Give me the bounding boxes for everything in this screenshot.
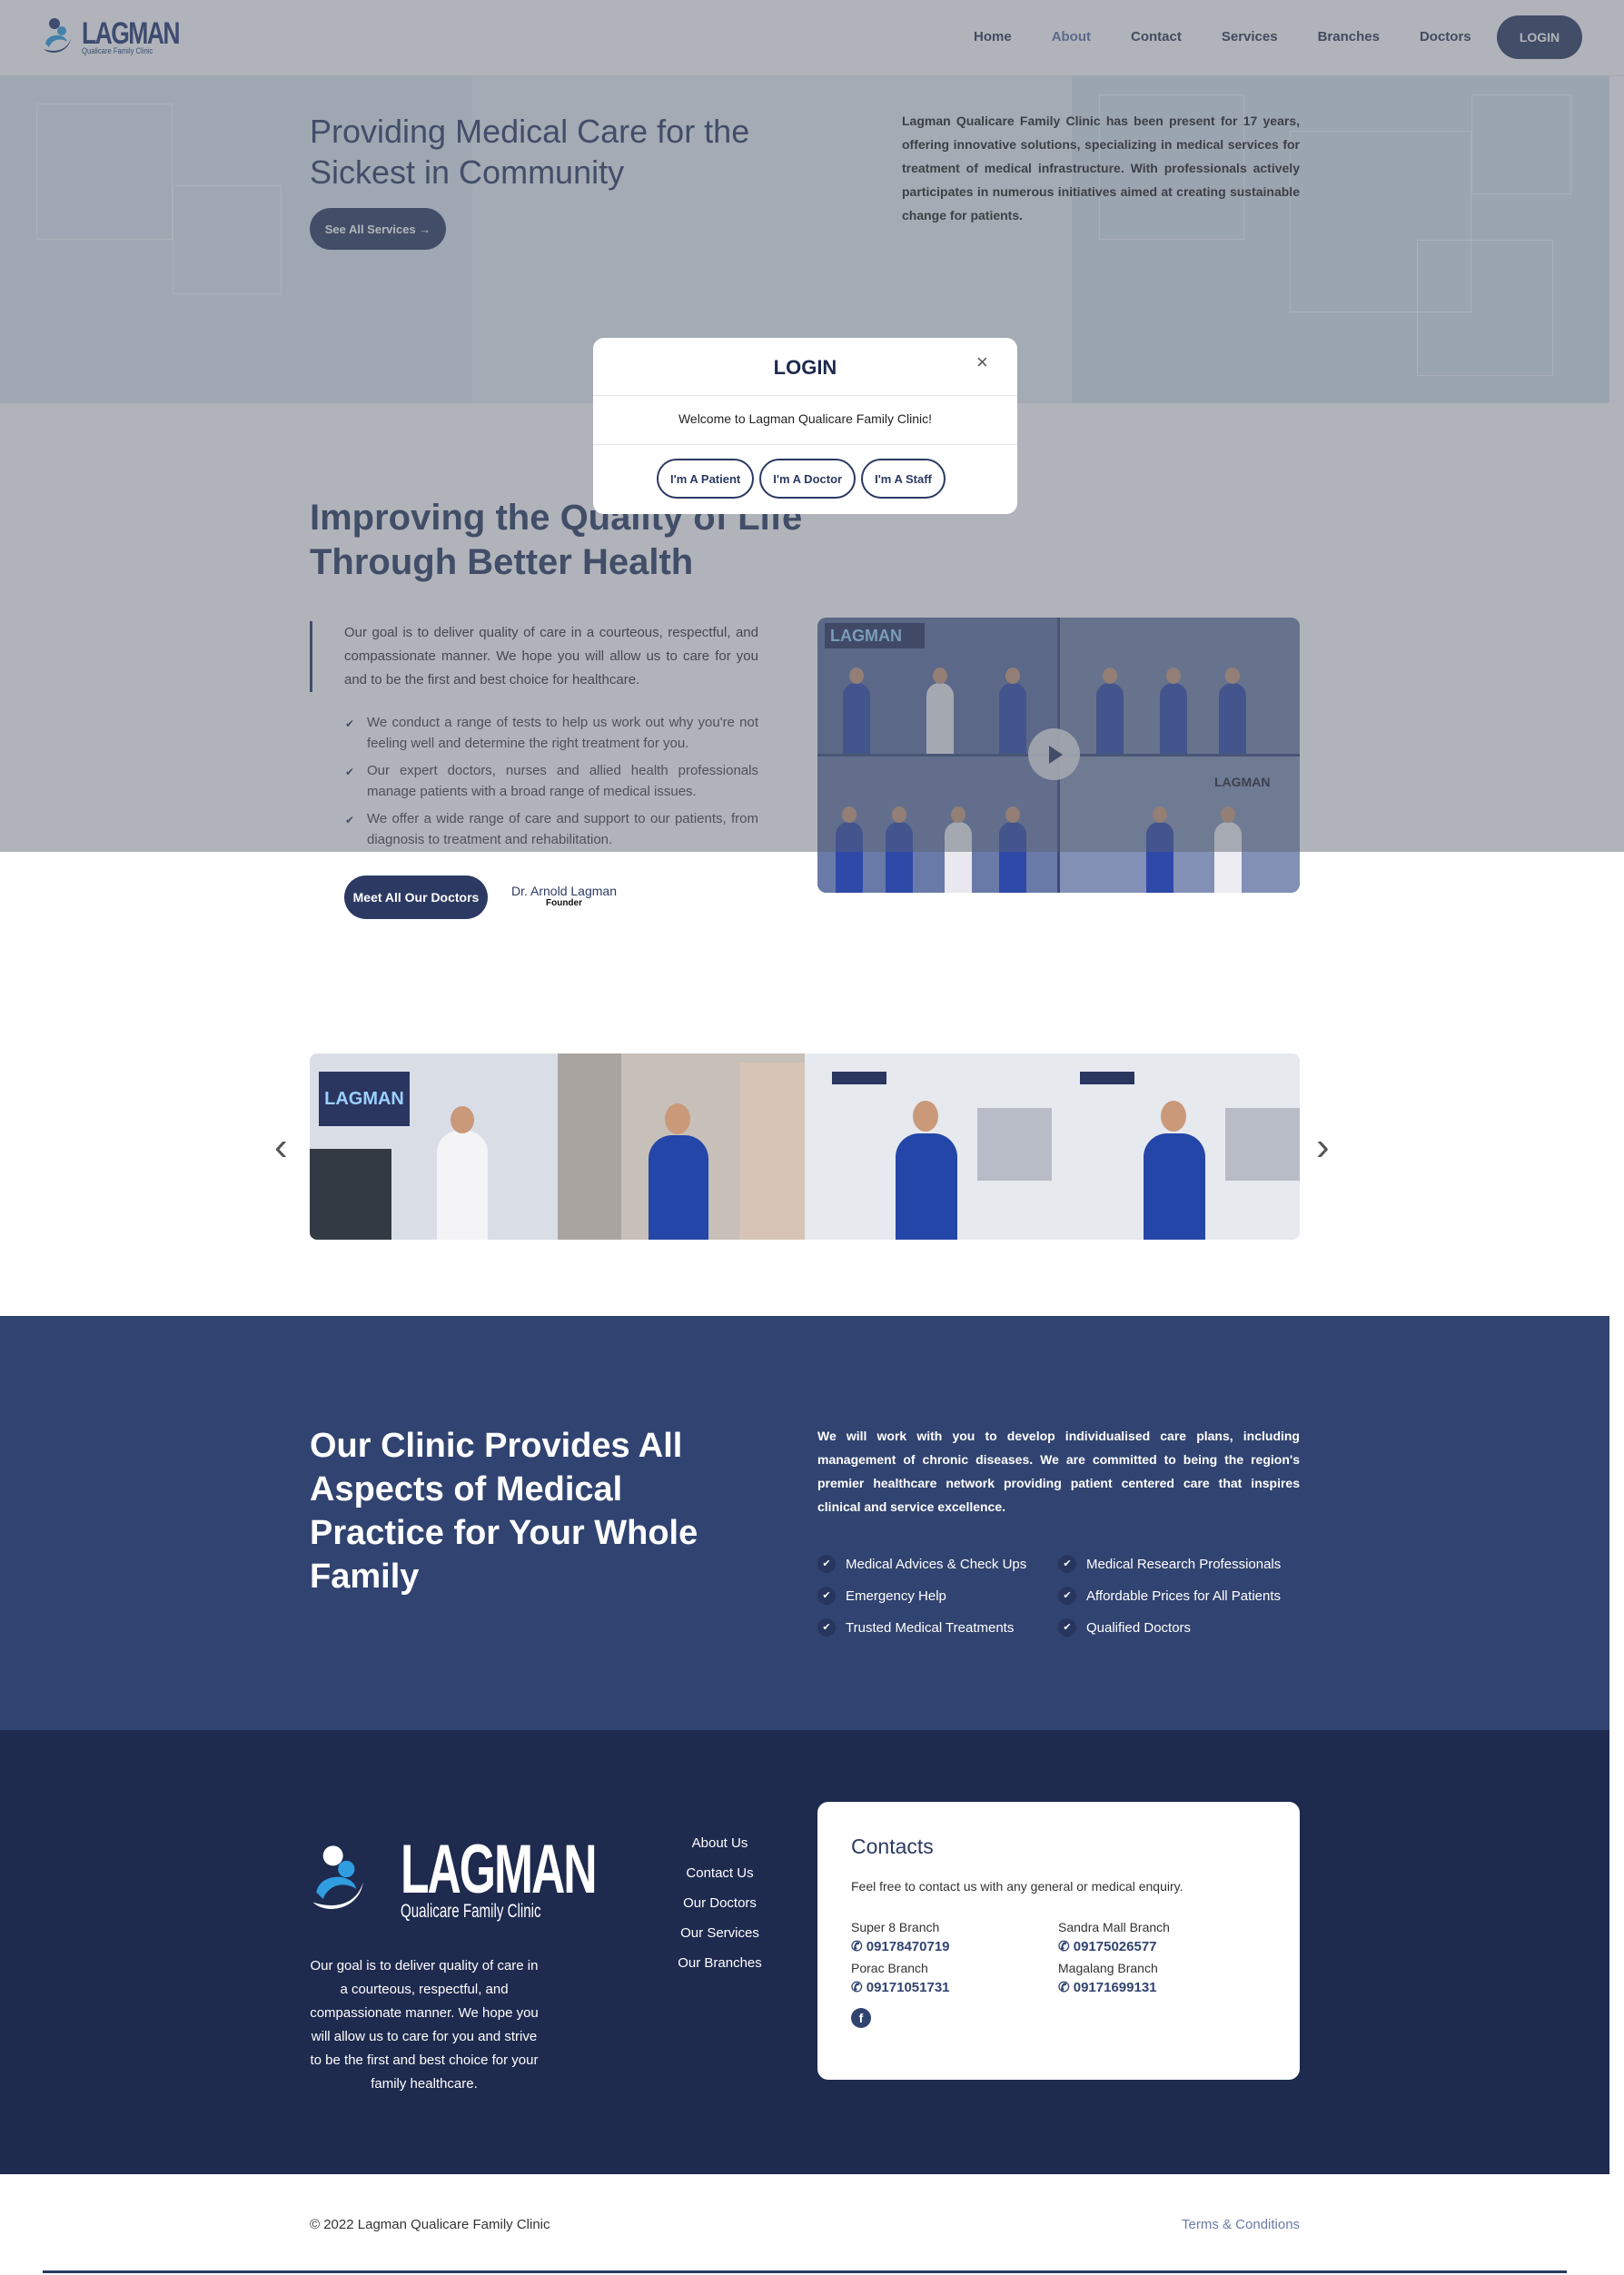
founder-signature: Dr. Arnold Lagman Founder: [504, 884, 624, 908]
reception-desk: [310, 1149, 391, 1240]
person-head: [451, 1106, 474, 1133]
footer-link-doctors[interactable]: Our Doctors: [636, 1895, 804, 1912]
feature-label: Qualified Doctors: [1086, 1620, 1192, 1636]
modal-divider: [593, 444, 1017, 445]
footer-links: About Us Contact Us Our Doctors Our Serv…: [636, 1835, 804, 1985]
carousel-slide[interactable]: [805, 1053, 1053, 1240]
check-icon: ✔: [1058, 1555, 1076, 1573]
branch-name: Sandra Mall Branch: [1058, 1920, 1170, 1934]
staff-figure: [648, 1135, 708, 1240]
check-icon: ✔: [817, 1618, 836, 1637]
practice-section: [0, 1316, 1609, 1730]
practice-description: We will work with you to develop individ…: [817, 1429, 1300, 1514]
signature-role: Founder: [546, 898, 582, 908]
modal-title: LOGIN: [773, 356, 837, 379]
doctor-figure: [437, 1131, 488, 1240]
branch-item: Porac Branch ✆ 09171051731: [851, 1959, 1058, 1997]
lab-sign: [832, 1072, 886, 1084]
pharmacy-shelf: [738, 1063, 805, 1240]
footer-logo[interactable]: LAGMAN Qualicare Family Clinic: [310, 1831, 688, 1923]
patient-login-button[interactable]: I'm A Patient: [657, 459, 755, 499]
branch-phone[interactable]: ✆ 09175026577: [1058, 1937, 1265, 1956]
lab-equipment: [1224, 1108, 1300, 1181]
person-head: [1160, 1101, 1186, 1132]
family-logo-icon: [310, 1840, 370, 1923]
branch-phone[interactable]: ✆ 09171699131: [1058, 1978, 1265, 1997]
close-icon[interactable]: ×: [976, 351, 988, 374]
contacts-card: Contacts Feel free to contact us with an…: [817, 1802, 1300, 2080]
lab-sign: [1079, 1072, 1134, 1084]
feature-item: ✔ Medical Research Professionals: [1058, 1555, 1282, 1573]
branch-list: Super 8 Branch ✆ 09178470719 Sandra Mall…: [851, 1918, 1266, 1997]
phone-icon: ✆: [851, 1980, 866, 1995]
feature-label: Affordable Prices for All Patients: [1086, 1588, 1281, 1604]
carousel-slide[interactable]: [1052, 1053, 1300, 1240]
feature-label: Medical Advices & Check Ups: [846, 1557, 1027, 1572]
check-icon: ✔: [1058, 1587, 1076, 1605]
facebook-icon[interactable]: f: [851, 2008, 871, 2028]
footer-link-services[interactable]: Our Services: [636, 1925, 804, 1942]
modal-divider: [593, 395, 1017, 396]
check-icon: ✔: [1058, 1618, 1076, 1637]
phone-icon: ✆: [1058, 1980, 1074, 1995]
modal-message: Welcome to Lagman Qualicare Family Clini…: [678, 411, 933, 426]
meet-doctors-button[interactable]: Meet All Our Doctors: [344, 875, 488, 919]
signature-name: Dr. Arnold Lagman: [511, 884, 617, 898]
branch-item: Magalang Branch ✆ 09171699131: [1058, 1959, 1265, 1997]
branch-item: Super 8 Branch ✆ 09178470719: [851, 1918, 1058, 1956]
feature-item: ✔ Trusted Medical Treatments: [817, 1618, 1015, 1637]
phone-icon: ✆: [1058, 1939, 1074, 1954]
branch-name: Porac Branch: [851, 1961, 928, 1975]
bottom-divider: [43, 2270, 1567, 2273]
carousel-slide[interactable]: LAGMAN: [310, 1053, 558, 1240]
feature-label: Medical Research Professionals: [1086, 1557, 1282, 1572]
feature-label: Trusted Medical Treatments: [846, 1620, 1015, 1636]
staff-figure: [1143, 1133, 1205, 1240]
footer-logo-title: LAGMAN: [401, 1831, 598, 1908]
staff-login-button[interactable]: I'm A Staff: [861, 459, 946, 499]
footer-description: Our goal is to deliver quality of care i…: [310, 1958, 539, 2092]
check-icon: ✔: [817, 1555, 836, 1573]
terms-link[interactable]: Terms & Conditions: [1182, 2217, 1300, 2232]
footer-link-contact[interactable]: Contact Us: [636, 1865, 804, 1882]
chevron-left-icon[interactable]: ‹: [274, 1124, 288, 1170]
branch-phone[interactable]: ✆ 09178470719: [851, 1937, 1058, 1956]
branch-name: Super 8 Branch: [851, 1920, 940, 1934]
carousel-slide[interactable]: [557, 1053, 805, 1240]
login-modal: LOGIN × Welcome to Lagman Qualicare Fami…: [593, 338, 1017, 514]
contacts-title: Contacts: [851, 1835, 934, 1858]
feature-label: Emergency Help: [846, 1588, 946, 1604]
branch-item: Sandra Mall Branch ✆ 09175026577: [1058, 1918, 1265, 1956]
doctor-login-button[interactable]: I'm A Doctor: [759, 459, 857, 499]
pharmacy-shelf: [557, 1053, 621, 1240]
footer-logo-subtitle: Qualicare Family Clinic: [401, 1901, 541, 1923]
footer-link-branches[interactable]: Our Branches: [636, 1955, 804, 1972]
person-head: [664, 1103, 690, 1134]
feature-item: ✔ Qualified Doctors: [1058, 1618, 1192, 1637]
copyright: © 2022 Lagman Qualicare Family Clinic: [310, 2217, 550, 2232]
branch-name: Magalang Branch: [1058, 1961, 1158, 1975]
footer-link-about[interactable]: About Us: [636, 1835, 804, 1852]
staff-carousel: LAGMAN: [310, 1053, 1300, 1240]
clinic-sign: LAGMAN: [319, 1072, 410, 1126]
feature-item: ✔ Emergency Help: [817, 1587, 946, 1605]
chevron-right-icon[interactable]: ›: [1316, 1124, 1330, 1170]
phone-icon: ✆: [851, 1939, 866, 1954]
footer: [0, 1730, 1609, 2174]
staff-figure: [896, 1133, 957, 1240]
role-buttons: I'm A Patient I'm A Doctor I'm A Staff: [657, 459, 946, 499]
person-head: [913, 1101, 938, 1132]
feature-item: ✔ Affordable Prices for All Patients: [1058, 1587, 1281, 1605]
practice-title: Our Clinic Provides All Aspects of Medic…: [310, 1427, 698, 1596]
branch-phone[interactable]: ✆ 09171051731: [851, 1978, 1058, 1997]
feature-item: ✔ Medical Advices & Check Ups: [817, 1555, 1027, 1573]
check-icon: ✔: [817, 1587, 836, 1605]
contacts-description: Feel free to contact us with any general…: [851, 1879, 1183, 1894]
lab-equipment: [977, 1108, 1052, 1181]
